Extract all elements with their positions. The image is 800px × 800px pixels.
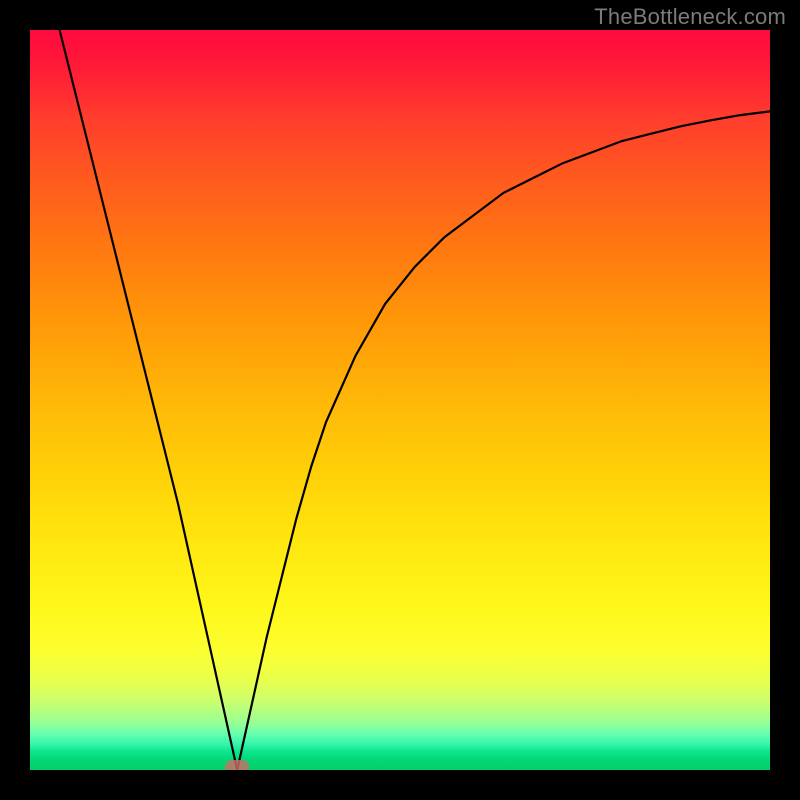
curve-layer — [30, 30, 770, 770]
chart-frame: TheBottleneck.com — [0, 0, 800, 800]
bottleneck-curve — [60, 30, 770, 770]
watermark-text: TheBottleneck.com — [594, 4, 786, 30]
optimal-point-marker — [225, 760, 249, 770]
plot-area — [30, 30, 770, 770]
